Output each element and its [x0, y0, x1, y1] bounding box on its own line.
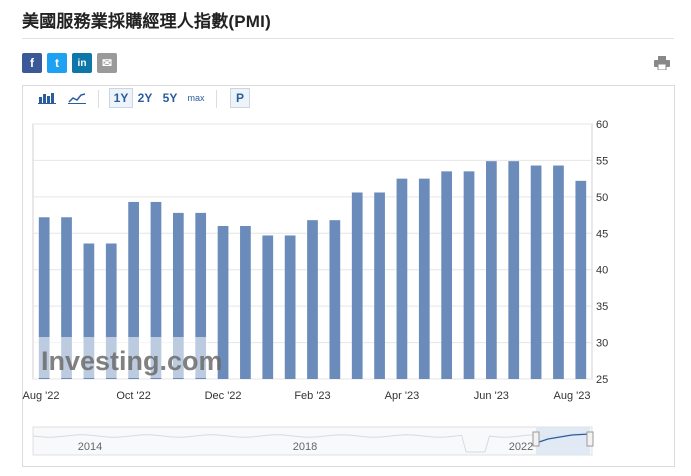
p-button[interactable]: P	[230, 88, 250, 108]
chart-container	[22, 85, 675, 467]
page-title: 美國服務業採購經理人指數(PMI)	[22, 12, 271, 31]
bar-chart-toggle[interactable]	[36, 88, 58, 108]
print-icon[interactable]	[654, 56, 670, 70]
facebook-share-button[interactable]: f	[22, 53, 42, 73]
toolbar-divider	[98, 90, 99, 108]
bar-chart-icon	[38, 93, 56, 104]
range-5y-button[interactable]: 5Y	[159, 88, 181, 108]
toolbar-divider	[216, 90, 217, 108]
range-max-button[interactable]: max	[185, 88, 207, 108]
line-chart-icon	[68, 93, 86, 104]
title-divider	[22, 38, 674, 39]
twitter-share-button[interactable]: t	[47, 53, 67, 73]
line-chart-toggle[interactable]	[66, 88, 88, 108]
range-2y-button[interactable]: 2Y	[134, 88, 156, 108]
linkedin-share-button[interactable]: in	[72, 53, 92, 73]
email-share-button[interactable]: ✉	[97, 53, 117, 73]
range-1y-button[interactable]: 1Y	[109, 88, 133, 108]
